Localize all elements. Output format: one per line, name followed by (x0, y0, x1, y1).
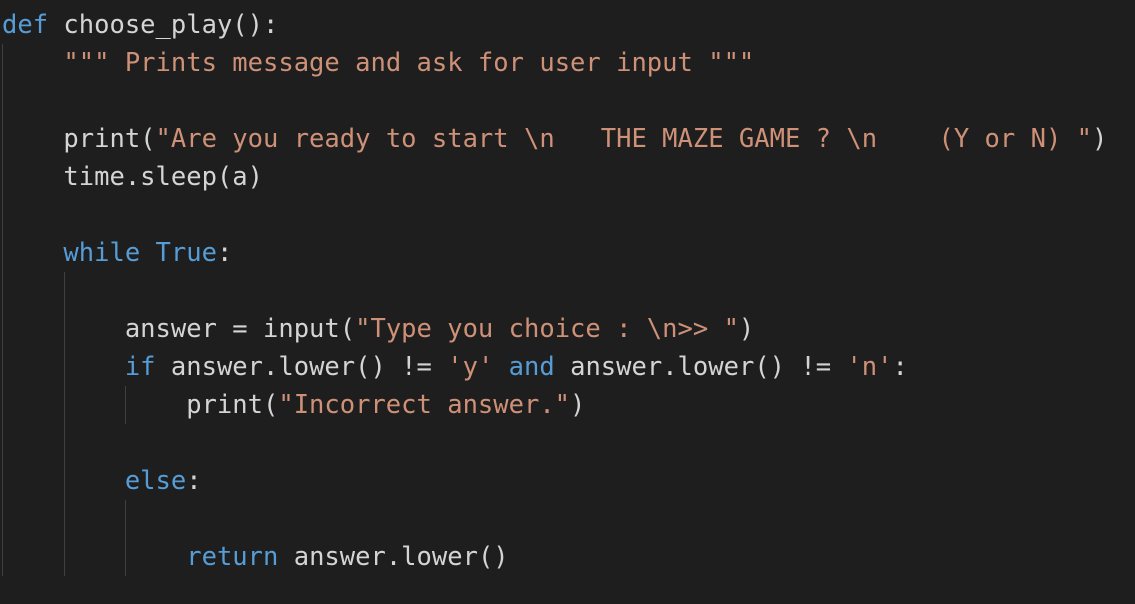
code-token: choose_play(): (48, 10, 279, 40)
keyword-token: while (63, 238, 141, 268)
code-token: : (186, 466, 202, 496)
code-token: ) (570, 390, 586, 420)
code-line[interactable]: else: (2, 462, 202, 500)
code-line[interactable]: print("Incorrect answer.") (2, 386, 585, 424)
code-line[interactable]: answer = input("Type you choice : \n>> "… (2, 310, 754, 348)
keyword-token: True (155, 238, 217, 268)
keyword-token: if (124, 352, 156, 382)
code-line[interactable]: time.sleep(a) (2, 158, 263, 196)
code-token: : (892, 352, 908, 382)
string-token: "Type you choice : \n>> " (355, 314, 739, 344)
string-token: "Are you ready to start \n THE MAZE GAME… (155, 124, 1093, 154)
code-line[interactable]: """ Prints message and ask for user inpu… (2, 44, 754, 82)
code-editor[interactable]: def choose_play(): """ Prints message an… (0, 0, 1135, 604)
code-token: answer = input( (2, 314, 356, 344)
string-token: "Incorrect answer." (278, 390, 571, 420)
keyword-token: def (2, 10, 49, 40)
code-line[interactable]: def choose_play(): (2, 6, 278, 44)
code-token: answer.lower() (278, 542, 509, 572)
code-token: answer.lower() != (554, 352, 847, 382)
string-token: 'n' (846, 352, 893, 382)
code-token: ) (1092, 124, 1108, 154)
keyword-token: return (186, 542, 279, 572)
code-line[interactable]: return answer.lower() (2, 538, 509, 576)
string-token: 'y' (447, 352, 494, 382)
code-line[interactable]: print("Are you ready to start \n THE MAZ… (2, 120, 1107, 158)
keyword-token: and (508, 352, 555, 382)
code-token: print( (2, 124, 156, 154)
code-line[interactable]: if answer.lower() != 'y' and answer.lowe… (2, 348, 908, 386)
code-token: ) (738, 314, 755, 344)
code-token: : (216, 238, 233, 268)
code-token: time.sleep(a) (2, 162, 263, 192)
code-token: print( (2, 390, 279, 420)
code-token: answer.lower() != (155, 352, 448, 382)
code-line[interactable]: while True: (2, 234, 232, 272)
keyword-token: else (124, 466, 187, 496)
string-token: """ Prints message and ask for user inpu… (63, 48, 755, 78)
